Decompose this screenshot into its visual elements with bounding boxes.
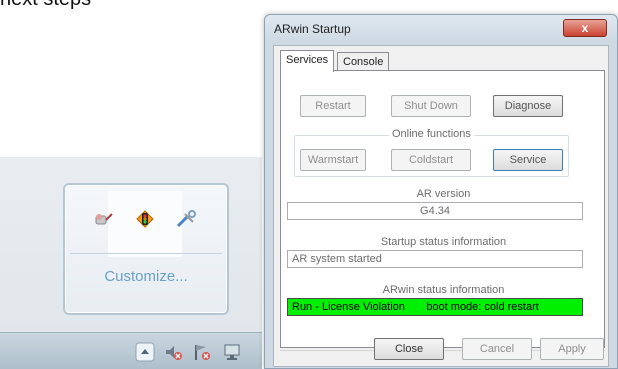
tab-console[interactable]: Console bbox=[337, 52, 390, 72]
arwin-status-field: Run - License Violation boot mode: cold … bbox=[287, 298, 583, 316]
cut-off-heading: next steps bbox=[0, 0, 91, 11]
online-functions-legend: Online functions bbox=[389, 128, 474, 140]
close-button[interactable]: Close bbox=[374, 338, 444, 360]
restart-button[interactable]: Restart bbox=[300, 95, 366, 117]
close-window-button[interactable]: x bbox=[563, 19, 607, 37]
arwin-status-label: ARwin status information bbox=[382, 284, 505, 296]
network-monitor-icon[interactable] bbox=[222, 342, 242, 362]
title-bar: ARwin Startup x bbox=[265, 15, 617, 43]
startup-status-label: Startup status information bbox=[380, 236, 507, 248]
action-center-flag-icon[interactable] bbox=[192, 342, 212, 362]
window-title: ARwin Startup bbox=[274, 22, 351, 36]
customize-link[interactable]: Customize... bbox=[66, 268, 226, 285]
dialog-client-area: Services Console Restart Shut Down Diagn… bbox=[273, 45, 609, 367]
apply-button[interactable]: Apply bbox=[540, 338, 604, 360]
tools-icon[interactable] bbox=[175, 208, 197, 230]
traffic-light-icon[interactable] bbox=[134, 208, 156, 230]
tab-services[interactable]: Services bbox=[280, 50, 335, 72]
services-tab-page: Restart Shut Down Diagnose Online functi… bbox=[280, 70, 605, 348]
startup-status-field: AR system started bbox=[287, 250, 583, 268]
cancel-button[interactable]: Cancel bbox=[462, 338, 532, 360]
coldstart-button[interactable]: Coldstart bbox=[391, 149, 471, 171]
arwin-startup-dialog: ARwin Startup x Services Console Restart… bbox=[264, 14, 618, 369]
service-button[interactable]: Service bbox=[493, 149, 563, 171]
diagnose-button[interactable]: Diagnose bbox=[493, 95, 563, 117]
ar-version-label: AR version bbox=[416, 188, 471, 200]
shutdown-button[interactable]: Shut Down bbox=[391, 95, 471, 117]
network-cable-icon[interactable] bbox=[92, 208, 114, 230]
show-hidden-icons-arrow-icon[interactable] bbox=[135, 342, 155, 362]
warmstart-button[interactable]: Warmstart bbox=[300, 149, 366, 171]
close-icon: x bbox=[581, 21, 589, 35]
ar-version-field: G4.34 bbox=[287, 202, 583, 220]
flyout-divider bbox=[70, 253, 222, 254]
speaker-muted-icon[interactable] bbox=[163, 342, 183, 362]
